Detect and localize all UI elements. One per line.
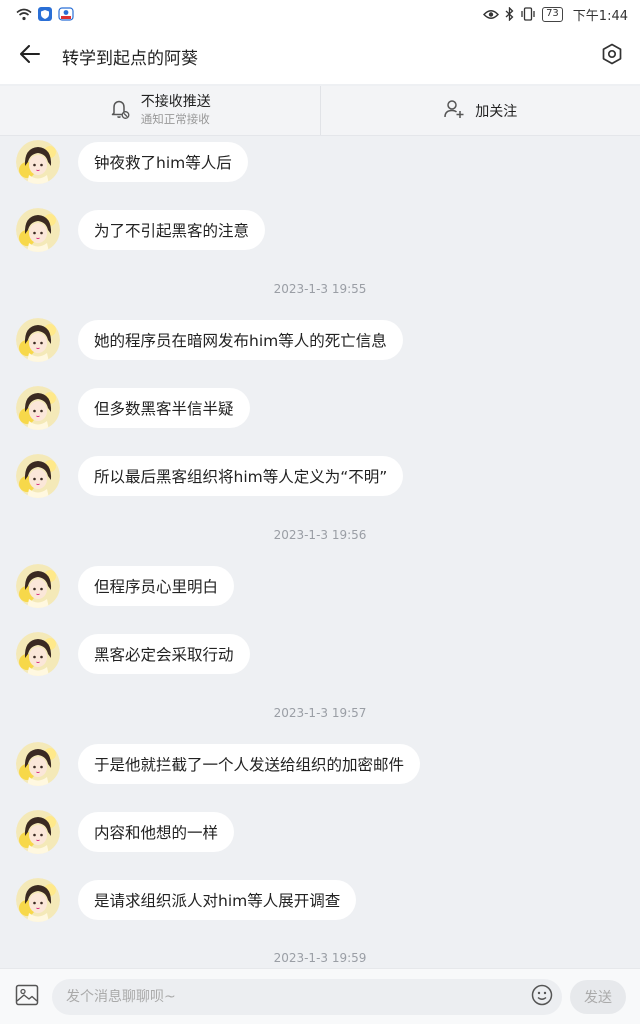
bluetooth-icon	[505, 7, 514, 21]
avatar[interactable]	[16, 742, 60, 786]
shield-app-icon	[38, 7, 52, 21]
message-row: 钟夜救了him等人后	[16, 140, 248, 184]
message-bubble[interactable]: 为了不引起黑客的注意	[78, 210, 266, 250]
chat-area[interactable]: 钟夜救了him等人后 为了不引起黑客的注意 2023-1-3 19:55 她的程…	[0, 136, 640, 968]
mute-push-button[interactable]: 不接收推送 通知正常接收	[0, 86, 320, 135]
message-row: 于是他就拦截了一个人发送给组织的加密邮件	[16, 742, 421, 786]
send-button[interactable]: 发送	[570, 979, 626, 1014]
timestamp: 2023-1-3 19:59	[273, 951, 367, 965]
message-row: 黑客必定会采取行动	[16, 632, 250, 676]
avatar[interactable]	[16, 318, 60, 362]
message-row: 内容和他想的一样	[16, 810, 235, 854]
message-bubble[interactable]: 钟夜救了him等人后	[78, 142, 248, 182]
page-title: 转学到起点的阿葵	[62, 48, 198, 69]
avatar[interactable]	[16, 878, 60, 922]
message-row: 为了不引起黑客的注意	[16, 208, 266, 252]
bell-off-icon	[109, 98, 131, 124]
message-bubble[interactable]: 内容和他想的一样	[78, 812, 235, 852]
wifi-icon	[16, 8, 32, 21]
message-row: 是请求组织派人对him等人展开调查	[16, 878, 357, 922]
battery-icon: 73	[542, 6, 563, 22]
timestamp: 2023-1-3 19:56	[273, 528, 367, 542]
message-row: 但多数黑客半信半疑	[16, 386, 250, 430]
message-bubble[interactable]: 黑客必定会采取行动	[78, 634, 250, 674]
avatar[interactable]	[16, 140, 60, 184]
message-bubble[interactable]: 但程序员心里明白	[78, 566, 235, 606]
timestamp: 2023-1-3 19:57	[273, 706, 367, 720]
input-bar: 发送	[0, 968, 640, 1024]
emoji-icon	[531, 984, 553, 1010]
message-bubble[interactable]: 她的程序员在暗网发布him等人的死亡信息	[78, 320, 403, 360]
message-input[interactable]	[66, 988, 530, 1005]
back-button[interactable]	[0, 28, 60, 84]
emoji-button[interactable]	[530, 984, 554, 1010]
message-bubble[interactable]: 是请求组织派人对him等人展开调查	[78, 880, 357, 920]
timestamp: 2023-1-3 19:55	[273, 282, 367, 296]
settings-button[interactable]	[584, 28, 640, 84]
mute-push-label: 不接收推送	[140, 94, 211, 111]
back-arrow-icon	[20, 45, 40, 67]
message-bubble[interactable]: 所以最后黑客组织将him等人定义为“不明”	[78, 456, 404, 496]
follow-button[interactable]: 加关注	[319, 86, 640, 135]
message-row: 所以最后黑客组织将him等人定义为“不明”	[16, 454, 404, 498]
follow-label: 加关注	[475, 103, 518, 120]
vibrate-icon	[520, 7, 536, 21]
status-time: 下午1:44	[572, 8, 628, 24]
message-row: 她的程序员在暗网发布him等人的死亡信息	[16, 318, 403, 362]
avatar[interactable]	[16, 208, 60, 252]
add-user-icon	[443, 98, 465, 124]
avatar[interactable]	[16, 386, 60, 430]
mute-push-sub: 通知正常接收	[140, 112, 210, 126]
avatar[interactable]	[16, 810, 60, 854]
header: 转学到起点的阿葵	[0, 28, 640, 84]
avatar[interactable]	[16, 454, 60, 498]
action-bar: 不接收推送 通知正常接收 加关注	[0, 86, 640, 136]
image-button[interactable]	[12, 982, 42, 1012]
image-icon	[15, 984, 39, 1010]
notification-app-icon	[58, 7, 74, 21]
status-bar: 73 下午1:44	[0, 0, 640, 28]
eye-icon	[483, 9, 500, 20]
message-bubble[interactable]: 但多数黑客半信半疑	[78, 388, 250, 428]
message-input-wrapper	[52, 978, 562, 1015]
avatar[interactable]	[16, 632, 60, 676]
settings-hex-icon	[601, 43, 623, 69]
message-bubble[interactable]: 于是他就拦截了一个人发送给组织的加密邮件	[78, 744, 421, 784]
message-row: 但程序员心里明白	[16, 564, 235, 608]
avatar[interactable]	[16, 564, 60, 608]
